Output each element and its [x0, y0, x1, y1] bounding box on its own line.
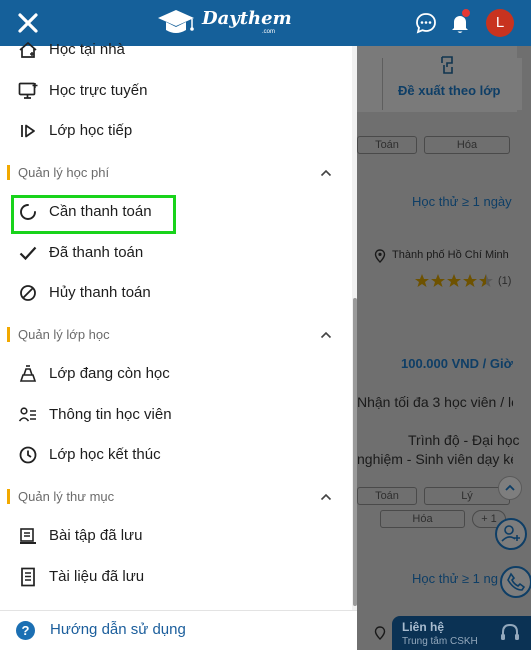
selection-highlight	[11, 195, 176, 234]
suggest-label: Đề xuất theo lớp	[398, 83, 501, 98]
chevron-up-icon	[319, 166, 333, 180]
side-drawer: Học tại nhà Học trực tuyến Lớp học tiếp …	[0, 41, 357, 650]
student-list-icon	[17, 404, 39, 426]
menu-item-paid[interactable]: Đã thanh toán	[0, 233, 340, 273]
clock-icon	[17, 444, 39, 466]
subject-chip: Hóa	[424, 136, 510, 154]
monitor-icon	[17, 80, 39, 102]
menu-item-cancelled-payment[interactable]: Hủy thanh toán	[0, 273, 340, 313]
menu-item-online[interactable]: Học trực tuyến	[0, 71, 340, 111]
home-icon	[17, 39, 39, 61]
location-pin-icon	[374, 626, 386, 640]
price-text: 100.000 VND / Giờ	[401, 356, 513, 371]
notification-dot	[461, 8, 471, 18]
experience-text: nghiệm - Sinh viên dạy kèm	[357, 451, 513, 467]
menu-item-label: Học tại nhà	[49, 41, 125, 58]
menu-item-finished-classes[interactable]: Lớp học kết thúc	[0, 435, 340, 475]
menu-item-label: Đã thanh toán	[49, 244, 144, 261]
rating-stars	[415, 274, 495, 293]
help-link[interactable]: Hướng dẫn sử dụng	[50, 621, 186, 638]
menu-item-label: Học trực tuyến	[49, 82, 148, 99]
contact-subtitle: Trung tâm CSKH	[402, 636, 478, 647]
menu-item-label: Lớp đang còn học	[49, 365, 170, 382]
menu-item-label: Tài liệu đã lưu	[49, 568, 145, 585]
trial-label: Học thử ≥ 1 ngày	[412, 194, 512, 209]
subject-chip: Lý	[424, 487, 510, 505]
phone-button[interactable]	[500, 566, 531, 598]
capacity-text: Nhận tối đa 3 học viên / lớp	[357, 394, 513, 410]
menu-item-label: Bài tập đã lưu	[49, 527, 143, 544]
contact-title: Liên hệ	[402, 620, 445, 634]
help-footer[interactable]: ? Hướng dẫn sử dụng	[0, 610, 357, 650]
homework-icon	[17, 525, 39, 547]
subject-chip: Hóa	[380, 510, 465, 528]
section-header-fees[interactable]: Quản lý học phí	[0, 158, 340, 188]
play-next-icon	[17, 120, 39, 142]
section-title: Quản lý thư mục	[18, 489, 115, 504]
help-icon: ?	[16, 621, 35, 640]
menu-item-active-classes[interactable]: Lớp đang còn học	[0, 354, 340, 394]
location-pin-icon	[374, 249, 386, 263]
contact-support-button[interactable]: Liên hệ Trung tâm CSKH	[392, 616, 531, 650]
menu-item-home-tutoring[interactable]: Học tại nhà	[0, 30, 340, 70]
menu-item-label: Thông tin học viên	[49, 406, 172, 423]
scroll-up-button[interactable]	[498, 476, 522, 500]
section-header-classes[interactable]: Quản lý lớp học	[0, 320, 340, 350]
menu-item-label: Hủy thanh toán	[49, 284, 151, 301]
location-text: Thành phố Hồ Chí Minh	[392, 249, 509, 261]
classroom-icon	[17, 363, 39, 385]
menu-item-label: Lớp học tiếp	[49, 122, 133, 139]
section-accent-bar	[7, 327, 10, 342]
subject-chip: Toán	[357, 487, 417, 505]
avatar[interactable]: L	[486, 9, 514, 37]
menu-item-saved-homework[interactable]: Bài tập đã lưu	[0, 516, 340, 556]
add-user-button[interactable]	[495, 518, 527, 550]
menu-item-next-class[interactable]: Lớp học tiếp	[0, 111, 340, 151]
level-text: Trình độ - Đại học	[408, 432, 520, 448]
trial-label: Học thử ≥ 1 ng	[412, 571, 498, 586]
chevron-up-icon	[319, 490, 333, 504]
section-header-folders[interactable]: Quản lý thư mục	[0, 482, 340, 512]
check-icon	[17, 242, 39, 264]
pointer-hand-icon	[441, 56, 453, 74]
section-accent-bar	[7, 489, 10, 504]
section-title: Quản lý lớp học	[18, 327, 110, 342]
cancel-icon	[17, 282, 39, 304]
scrollbar-thumb[interactable]	[353, 298, 357, 606]
document-icon	[17, 566, 39, 588]
section-accent-bar	[7, 165, 10, 180]
menu-item-saved-documents[interactable]: Tài liệu đã lưu	[0, 557, 340, 597]
section-title: Quản lý học phí	[18, 165, 110, 180]
menu-item-student-info[interactable]: Thông tin học viên	[0, 395, 340, 435]
chevron-up-icon	[319, 328, 333, 342]
subject-chip: Toán	[357, 136, 417, 154]
rating-count: (1)	[498, 275, 512, 287]
headset-icon	[501, 623, 519, 640]
brand-name: Daythem	[202, 8, 292, 29]
menu-item-label: Lớp học kết thúc	[49, 446, 161, 463]
chat-icon[interactable]	[412, 9, 440, 37]
